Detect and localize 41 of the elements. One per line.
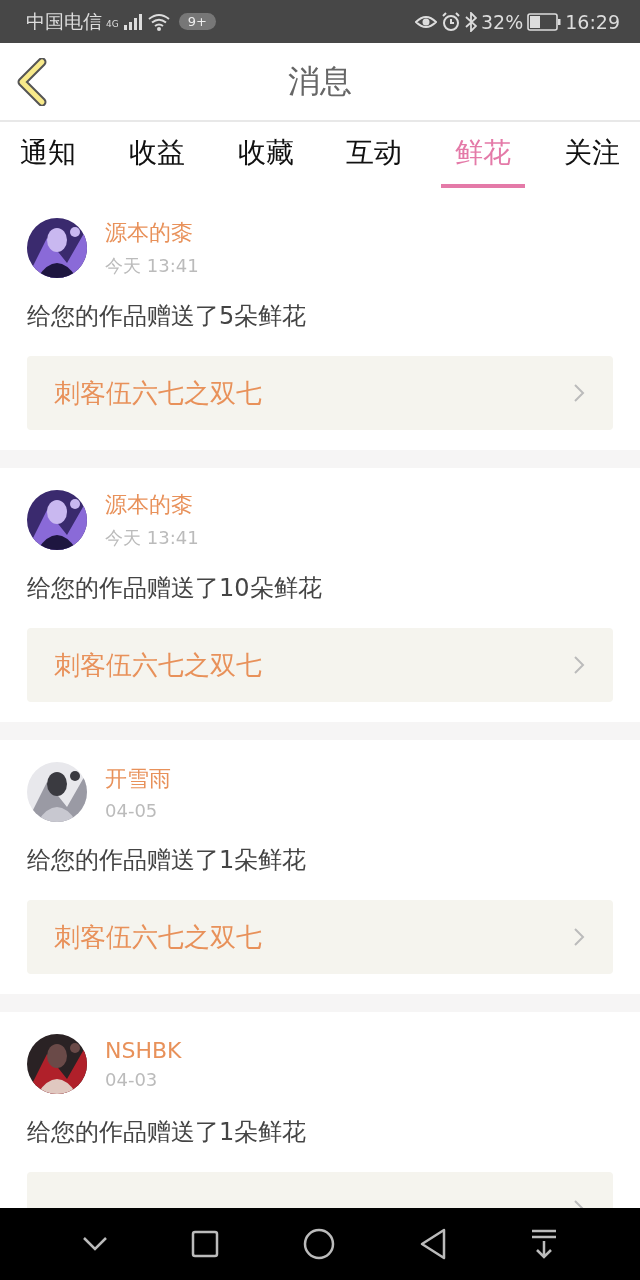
notification-count: 9+	[178, 13, 216, 30]
tab[interactable]: 收藏	[223, 128, 308, 188]
chevron-right-icon	[573, 383, 585, 403]
page-title: 消息	[288, 60, 352, 102]
work-link[interactable]: 刺客伍六七之双七	[27, 356, 613, 430]
message-text: 给您的作品赠送了5朵鲜花	[27, 301, 308, 332]
battery-percent: 32%	[481, 10, 524, 33]
home-icon[interactable]	[303, 1228, 335, 1260]
user-name[interactable]: 开雪雨	[105, 763, 171, 794]
chevron-right-icon	[573, 927, 585, 947]
tab[interactable]: 互动	[332, 128, 417, 188]
recents-icon[interactable]	[191, 1230, 220, 1258]
work-link[interactable]: 刺客伍六七之双七	[27, 628, 613, 702]
user-name[interactable]: NSHBK	[105, 1038, 182, 1063]
network-type: 4G	[106, 18, 119, 29]
eye-icon	[415, 13, 437, 30]
battery-icon	[527, 12, 562, 31]
back-icon[interactable]	[418, 1228, 447, 1260]
alarm-icon	[441, 11, 461, 32]
chevron-down-icon[interactable]	[81, 1236, 108, 1252]
notification-drawer-icon[interactable]	[530, 1229, 559, 1259]
message-text: 给您的作品赠送了1朵鲜花	[27, 1117, 308, 1148]
message-text: 给您的作品赠送了10朵鲜花	[27, 573, 323, 604]
clock-time: 16:29	[565, 10, 620, 33]
work-link[interactable]: 刺客伍六七之双七	[27, 900, 613, 974]
bluetooth-icon	[465, 11, 477, 32]
wifi-icon	[146, 12, 171, 31]
tab[interactable]: 通知	[6, 128, 90, 188]
user-name[interactable]: 源本的桼	[105, 218, 199, 248]
tab[interactable]: 收益	[114, 128, 199, 188]
carrier-name: 中国电信	[26, 8, 102, 34]
message-text: 给您的作品赠送了1朵鲜花	[27, 845, 308, 876]
message-time: 04-03	[105, 1069, 159, 1090]
message-time: 今天 13:41	[105, 526, 199, 550]
message-time: 04-05	[105, 799, 159, 821]
tab[interactable]: 鲜花	[441, 128, 526, 188]
chevron-right-icon	[573, 655, 585, 675]
tab[interactable]: 关注	[550, 128, 634, 188]
message-time: 今天 13:41	[105, 254, 199, 278]
signal-icon	[122, 13, 143, 30]
user-name[interactable]: 源本的桼	[105, 490, 199, 520]
